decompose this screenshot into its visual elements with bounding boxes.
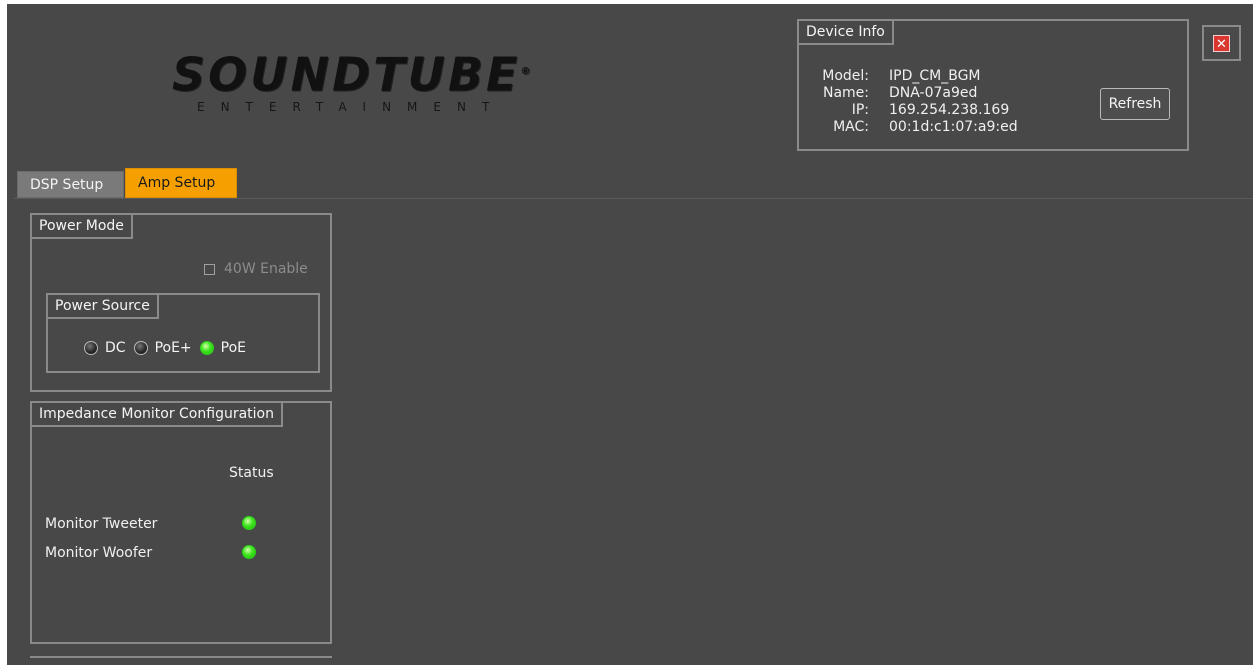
ip-value: 169.254.238.169 — [889, 102, 1010, 118]
model-value: IPD_CM_BGM — [889, 68, 981, 84]
close-icon: ✕ — [1213, 34, 1230, 52]
power-source-title: Power Source — [46, 293, 159, 319]
mac-value: 00:1d:c1:07:a9:ed — [889, 119, 1018, 135]
monitor-tweeter-label: Monitor Tweeter — [45, 516, 158, 532]
name-label: Name: — [822, 85, 869, 101]
device-info-title: Device Info — [797, 19, 894, 45]
poe-label: PoE — [220, 340, 247, 356]
model-label: Model: — [822, 68, 869, 84]
name-value: DNA-07a9ed — [889, 85, 978, 101]
dc-led-icon — [84, 341, 98, 355]
impedance-monitor-title: Impedance Monitor Configuration — [30, 401, 283, 427]
dc-label: DC — [105, 340, 126, 356]
enable-40w-checkbox[interactable] — [204, 263, 215, 275]
poe-plus-label: PoE+ — [154, 340, 192, 356]
enable-40w-label: 40W Enable — [224, 261, 308, 277]
bottom-divider — [30, 656, 332, 658]
tab-amp-setup[interactable]: Amp Setup — [125, 168, 237, 198]
enable-40w-option[interactable]: 40W Enable — [204, 261, 308, 277]
device-info-panel: Device Info Model: Name: IP: MAC: IPD_CM… — [797, 19, 1189, 151]
mac-label: MAC: — [833, 119, 869, 135]
ip-label: IP: — [851, 102, 869, 118]
power-mode-title: Power Mode — [30, 213, 133, 239]
status-header: Status — [229, 465, 274, 481]
monitor-woofer-label: Monitor Woofer — [45, 545, 153, 561]
tab-divider — [14, 198, 1253, 199]
soundtube-logo: SOUNDTUBE® ENTERTAINMENT — [172, 51, 642, 122]
tab-dsp-setup[interactable]: DSP Setup — [17, 171, 124, 198]
device-info-labels: Model: Name: IP: MAC: — [817, 68, 869, 136]
close-button[interactable]: ✕ — [1202, 25, 1241, 61]
device-info-values: IPD_CM_BGM DNA-07a9ed 169.254.238.169 00… — [889, 68, 1018, 136]
power-source-panel: Power Source DC PoE+ PoE — [46, 293, 320, 373]
poe-plus-led-icon — [133, 341, 148, 355]
impedance-monitor-panel: Impedance Monitor Configuration Status M… — [30, 401, 332, 644]
tweeter-status-led-icon — [242, 516, 256, 530]
app-window: SOUNDTUBE® ENTERTAINMENT Device Info Mod… — [7, 4, 1253, 665]
logo-main-text: SOUNDTUBE — [172, 47, 521, 102]
logo-sub-text: ENTERTAINMENT — [197, 100, 506, 115]
power-source-indicators: DC PoE+ PoE — [84, 340, 254, 356]
refresh-button[interactable]: Refresh — [1100, 88, 1170, 120]
logo-registered-mark: ® — [520, 66, 534, 77]
power-mode-panel: Power Mode 40W Enable Power Source DC Po… — [30, 213, 332, 392]
woofer-status-led-icon — [242, 545, 256, 559]
poe-led-icon — [199, 341, 214, 355]
